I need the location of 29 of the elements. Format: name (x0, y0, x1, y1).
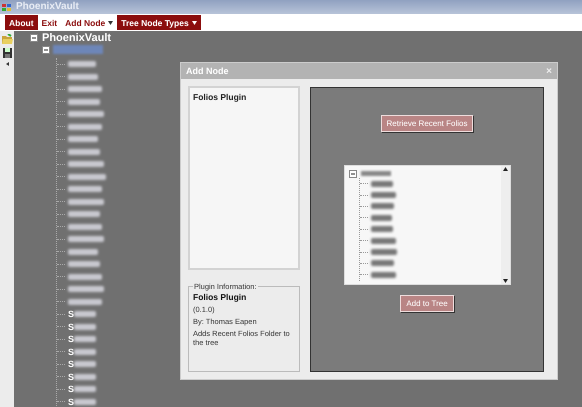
scrollbar[interactable] (500, 166, 510, 284)
caret-icon (108, 20, 114, 24)
folio-tree[interactable] (344, 165, 510, 285)
tree-item-label[interactable]: S (68, 322, 74, 332)
window-title: PhoenixVault (16, 1, 79, 13)
arrow-icon[interactable] (6, 62, 8, 66)
scroll-up-icon[interactable] (502, 166, 508, 172)
tree-item-label[interactable]: S (68, 372, 74, 382)
menu-item[interactable]: Tree Node Types (117, 15, 201, 30)
tree-root-label[interactable]: PhoenixVault (42, 32, 112, 44)
scroll-down-icon[interactable] (502, 278, 508, 284)
plugin-name: Folios Plugin (193, 292, 248, 302)
collapse-icon[interactable] (42, 46, 50, 54)
app-icon (2, 2, 12, 12)
tree-item-label[interactable]: S (68, 334, 74, 344)
tree-item-label[interactable]: S (68, 396, 74, 407)
tree-item-label[interactable]: S (68, 359, 74, 370)
plugin-list-item[interactable]: Folios Plugin (193, 92, 295, 102)
collapse-icon[interactable] (348, 170, 356, 178)
caret-icon (192, 20, 197, 24)
tree-item-label[interactable]: S (68, 309, 74, 320)
menu-item[interactable]: About (5, 15, 38, 30)
add-button[interactable]: Add to Tree (400, 295, 454, 312)
retrieve-button[interactable]: Retrieve Recent Folios (380, 115, 474, 132)
save-icon[interactable] (2, 48, 12, 58)
collapse-icon[interactable] (30, 34, 38, 42)
tree-item-label[interactable]: S (68, 384, 74, 394)
dialog-title: Add Node (186, 66, 228, 76)
tree-item-label[interactable]: S (68, 346, 74, 357)
